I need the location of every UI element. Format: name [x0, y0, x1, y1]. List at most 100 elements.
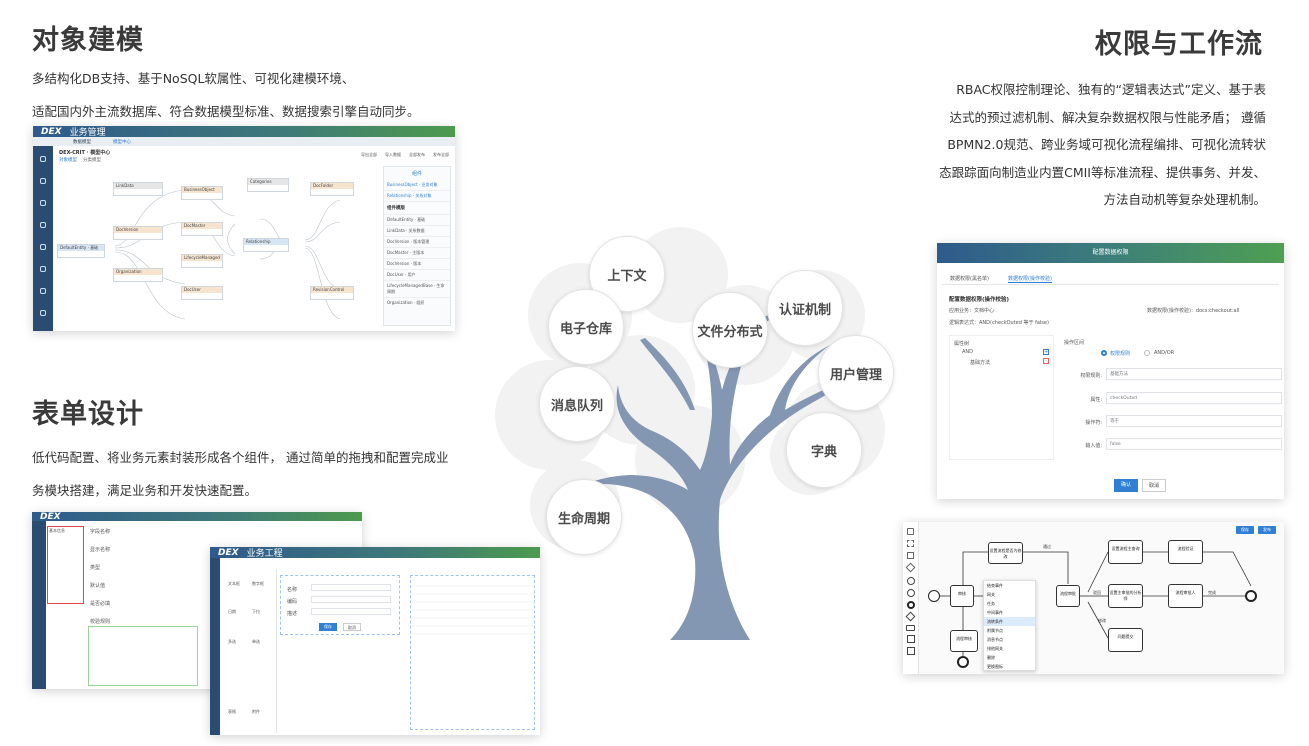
- dialog-ok-button[interactable]: 确认: [1114, 479, 1138, 492]
- graph-node-12[interactable]: RevisionControl: [310, 286, 354, 300]
- toolbar-import[interactable]: 导入数据: [385, 152, 401, 158]
- forms-back-label-3: 类型: [90, 565, 101, 571]
- bpmn-task-7[interactable]: 流程审批人: [1168, 584, 1203, 608]
- graph-node-7[interactable]: LifecycleManaged: [181, 254, 223, 268]
- bpmn-task-4[interactable]: 设置流程主查询: [1108, 540, 1143, 564]
- dialog-tree-and[interactable]: AND: [962, 349, 973, 355]
- bpmn-task-9[interactable]: 流程审核: [950, 630, 978, 652]
- dialog-tab-operation[interactable]: 数据权限(操作校验): [1008, 275, 1052, 283]
- graph-node-11-title: DocFolder: [311, 183, 353, 189]
- row-value-3[interactable]: 等于: [1106, 415, 1282, 427]
- graph-node-10[interactable]: Categories: [247, 178, 289, 192]
- sidebar-item-7[interactable]: [33, 282, 53, 300]
- widget-6[interactable]: 单选: [252, 639, 260, 645]
- menu-item-8[interactable]: 排他网关: [984, 644, 1035, 653]
- modeling-subtab-2[interactable]: 分类模型: [83, 157, 101, 163]
- bpmn-task-3[interactable]: 流程审批: [1056, 585, 1080, 607]
- widget-2[interactable]: 数字框: [252, 581, 264, 587]
- dialog-radio-b[interactable]: AND/OR: [1154, 350, 1174, 356]
- form-save-button[interactable]: 保存: [319, 623, 337, 631]
- menu-item-10[interactable]: 更换图标: [984, 662, 1035, 671]
- toolbar-export[interactable]: 导出全部: [361, 152, 377, 158]
- widget-4[interactable]: 下拉: [252, 609, 260, 615]
- row-value-4[interactable]: false: [1106, 438, 1282, 450]
- panel-list-1[interactable]: DefaultEntity · 基础: [384, 214, 450, 225]
- sidebar-item-1[interactable]: [33, 150, 53, 168]
- menu-item-7[interactable]: 消息节点: [984, 635, 1035, 644]
- modeling-tab-1[interactable]: 数据模型: [73, 139, 91, 145]
- panel-list-5[interactable]: DocVersion · 版本: [384, 258, 450, 269]
- row-value-2[interactable]: checkOuted: [1106, 392, 1282, 404]
- menu-item-6[interactable]: 附属节点: [984, 626, 1035, 635]
- menu-item-1[interactable]: 结束事件: [984, 581, 1035, 590]
- form-cancel-button[interactable]: 取消: [343, 623, 361, 631]
- dialog-tab-blacklist[interactable]: 数据权限(黑名单): [950, 275, 989, 282]
- modeling-description: 多结构化DB支持、基于NoSQL软属性、可视化建模环境、 适配国内外主流数据库、…: [32, 62, 492, 128]
- dialog-tree-method[interactable]: 基础方法: [970, 359, 990, 366]
- form-field-name[interactable]: [311, 584, 391, 591]
- menu-item-9[interactable]: 删除: [984, 653, 1035, 662]
- widget-1[interactable]: 文本框: [228, 581, 240, 587]
- modeling-line-2: 适配国内外主流数据库、符合数据模型标准、数据搜索引擎自动同步。: [32, 104, 420, 119]
- menu-item-4[interactable]: 中间事件: [984, 608, 1035, 617]
- bpmn-task-1[interactable]: 审核: [950, 585, 974, 607]
- menu-item-2[interactable]: 网关: [984, 590, 1035, 599]
- dialog-radio-a[interactable]: 权限规则: [1110, 350, 1130, 357]
- plus-icon[interactable]: +: [1043, 349, 1049, 355]
- bpmn-task-5[interactable]: 设置主审批的分析师: [1108, 584, 1143, 608]
- panel-list-8[interactable]: Organization · 组织: [384, 297, 450, 308]
- graph-node-6[interactable]: DocMaster: [181, 222, 223, 236]
- panel-list-3[interactable]: DocVersion · 版本管理: [384, 236, 450, 247]
- sidebar-item-6[interactable]: [33, 260, 53, 278]
- sidebar-item-9[interactable]: [33, 326, 53, 331]
- modeling-tab-2[interactable]: 模型中心: [113, 139, 131, 145]
- sidebar-item-8[interactable]: [33, 304, 53, 322]
- panel-list-2[interactable]: LinkData · 关系数据: [384, 225, 450, 236]
- graph-node-2[interactable]: LinkData: [113, 182, 163, 196]
- toolbar-release[interactable]: 发布全部: [433, 152, 449, 158]
- graph-node-5[interactable]: BusinessObject: [181, 186, 223, 200]
- panel-item-2[interactable]: Relationship · 关系对象: [384, 191, 450, 202]
- row-label-3: 操作符:: [1085, 420, 1102, 426]
- bpmn-task-8[interactable]: 问题提交: [1108, 628, 1143, 652]
- widget-7[interactable]: 表格: [228, 709, 236, 715]
- bpmn-end-event-2[interactable]: [957, 656, 969, 668]
- sidebar-item-2[interactable]: [33, 172, 53, 190]
- graph-node-3[interactable]: DocVersion: [113, 226, 163, 240]
- bpmn-start-event[interactable]: [928, 590, 940, 602]
- home-icon: [40, 155, 46, 162]
- bpmn-task-2[interactable]: 设置流程是否为修改: [988, 542, 1023, 564]
- forms-front-form: 名称 编码 描述 保存 取消: [280, 575, 400, 635]
- form-field-desc[interactable]: [311, 608, 391, 615]
- forms-title: 表单设计: [32, 399, 144, 430]
- panel-item-1[interactable]: BusinessObject · 业务对象: [384, 180, 450, 191]
- sidebar-item-5[interactable]: [33, 238, 53, 256]
- component-panel: 组件 BusinessObject · 业务对象 Relationship · …: [383, 166, 451, 326]
- menu-item-3[interactable]: 任务: [984, 599, 1035, 608]
- row-value-1[interactable]: 基础方法: [1106, 368, 1282, 380]
- graph-node-4[interactable]: Organization: [113, 268, 163, 282]
- toolbar-publish-all[interactable]: 全部发布: [409, 152, 425, 158]
- widget-5[interactable]: 多选: [228, 639, 236, 645]
- graph-node-1[interactable]: DefaultEntity · 基础: [57, 244, 105, 258]
- panel-list-6[interactable]: DocUser · 用户: [384, 269, 450, 280]
- widget-3[interactable]: 日期: [228, 609, 236, 615]
- radio-selected-icon[interactable]: [1101, 350, 1107, 356]
- sidebar-item-3[interactable]: [33, 194, 53, 212]
- bpmn-end-event[interactable]: [1245, 590, 1257, 602]
- panel-list-7[interactable]: LifecycleManagedBase · 生命周期: [384, 280, 450, 297]
- bpmn-task-6[interactable]: 流程验证: [1168, 540, 1203, 564]
- minus-icon[interactable]: -: [1043, 358, 1049, 364]
- graph-node-8[interactable]: DocUser: [181, 286, 223, 300]
- widget-8[interactable]: 附件: [252, 709, 260, 715]
- form-field-code[interactable]: [311, 596, 391, 603]
- edge-label-1: 通过: [1043, 544, 1051, 549]
- graph-node-9[interactable]: Relationship: [243, 238, 289, 252]
- menu-item-5[interactable]: 流转条件: [984, 617, 1035, 626]
- radio-empty-icon[interactable]: [1144, 350, 1150, 356]
- dialog-cancel-button[interactable]: 取消: [1142, 479, 1166, 492]
- modeling-subtab-1[interactable]: 对象模型: [59, 157, 77, 163]
- sidebar-item-4[interactable]: [33, 216, 53, 234]
- graph-node-11[interactable]: DocFolder: [310, 182, 354, 196]
- panel-list-4[interactable]: DocMaster · 主版本: [384, 247, 450, 258]
